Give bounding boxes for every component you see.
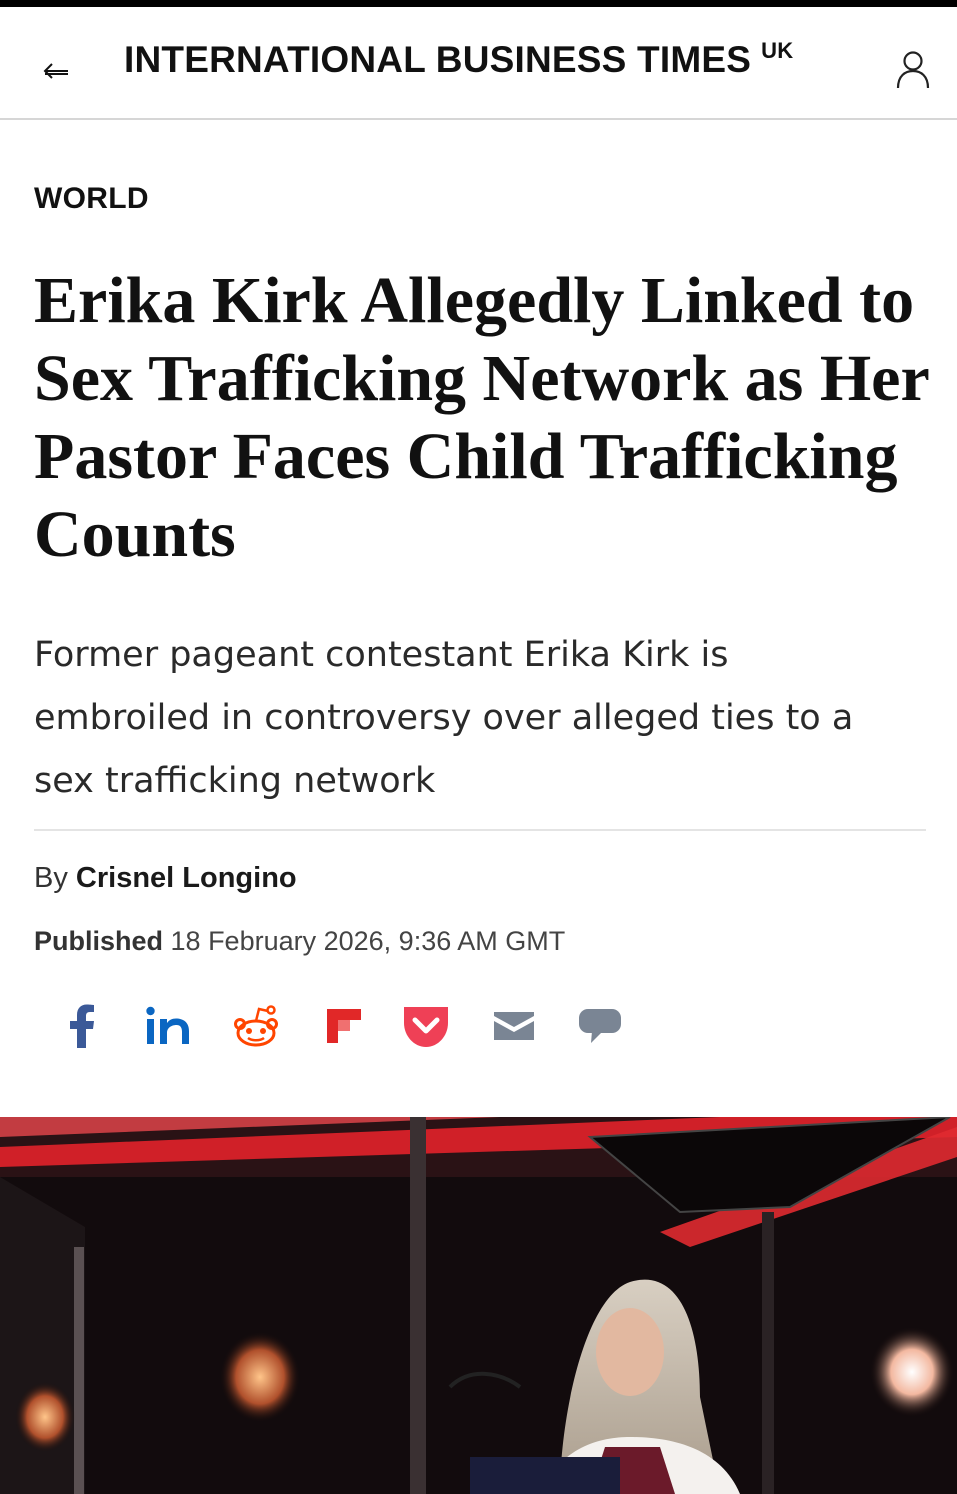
masthead-title: INTERNATIONAL BUSINESS TIMES: [124, 39, 752, 80]
author-link[interactable]: Crisnel Longino: [76, 862, 297, 894]
article-standfirst: Former pageant contestant Erika Kirk is …: [34, 635, 854, 801]
linkedin-share-icon: [146, 1006, 189, 1044]
edition-label: UK: [761, 38, 794, 63]
email-share-icon: [494, 1012, 534, 1040]
pocket-share-icon: [404, 1007, 448, 1047]
reddit-share-button[interactable]: [226, 996, 286, 1056]
site-masthead[interactable]: INTERNATIONAL BUSINESS TIMES UK: [124, 38, 794, 81]
share-bar: [58, 996, 658, 1056]
back-arrow-icon: [43, 63, 68, 79]
publish-info: Published 18 February 2026, 9:36 AM GMT: [34, 926, 565, 957]
pocket-share-button[interactable]: [396, 996, 456, 1056]
user-icon: [896, 51, 930, 89]
article-category[interactable]: WORLD: [34, 182, 149, 216]
comment-button[interactable]: [570, 996, 630, 1056]
facebook-share-button[interactable]: [52, 996, 112, 1056]
byline-prefix: By: [34, 862, 68, 894]
flipboard-share-button[interactable]: [314, 996, 374, 1056]
flipboard-share-icon: [327, 1009, 361, 1043]
account-button[interactable]: [890, 43, 936, 95]
hero-photo: [0, 1117, 957, 1494]
byline-divider: [34, 829, 926, 831]
top-accent-bar: [0, 0, 957, 7]
article-headline: Erika Kirk Allegedly Linked to Sex Traff…: [34, 264, 929, 571]
article-byline: By Crisnel Longino: [34, 862, 297, 895]
email-share-button[interactable]: [484, 996, 544, 1056]
published-label: Published: [34, 926, 164, 956]
reddit-share-icon: [234, 1005, 278, 1047]
comment-icon: [579, 1009, 621, 1043]
site-header: INTERNATIONAL BUSINESS TIMES UK: [0, 7, 957, 120]
published-date: 18 February 2026, 9:36 AM GMT: [170, 926, 566, 956]
back-button[interactable]: [34, 51, 78, 91]
hero-image: [0, 1117, 957, 1494]
linkedin-share-button[interactable]: [138, 996, 198, 1056]
facebook-share-icon: [70, 1004, 94, 1048]
